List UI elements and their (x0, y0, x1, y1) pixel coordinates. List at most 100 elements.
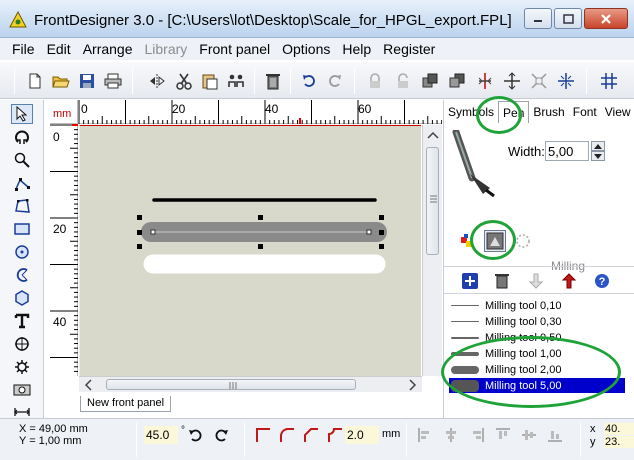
status-separator (244, 423, 245, 457)
align-center-button[interactable] (474, 70, 496, 92)
group-button[interactable] (225, 70, 247, 92)
tool-label: Milling tool 0,10 (485, 299, 562, 312)
front-panel-canvas[interactable] (79, 125, 421, 376)
align-vcenter-button[interactable] (520, 426, 538, 444)
rectangle-tool-button[interactable] (11, 219, 33, 239)
milling-pen-button[interactable] (484, 230, 506, 252)
tab-brush[interactable]: Brush (529, 101, 568, 123)
h-ruler-label: 40 (265, 102, 279, 116)
bring-front-button[interactable] (419, 70, 441, 92)
print-button[interactable] (102, 70, 124, 92)
corner-chamfer-button[interactable] (302, 426, 320, 444)
zoom-fit-button[interactable] (555, 70, 577, 92)
width-decrement-button[interactable] (591, 151, 605, 161)
move-down-button[interactable] (526, 271, 546, 291)
align-top-button[interactable] (494, 426, 512, 444)
mirror-button[interactable] (146, 70, 168, 92)
vertical-ruler[interactable]: 0 20 40 (50, 124, 78, 376)
menu-file[interactable]: File (6, 41, 41, 57)
drill-hole-tool-button[interactable] (11, 334, 33, 354)
arc-tool-button[interactable] (11, 265, 33, 285)
list-item[interactable]: Milling tool 0,10 (449, 298, 625, 313)
tab-pen[interactable]: Pen (498, 101, 530, 123)
align-right-button[interactable] (468, 426, 486, 444)
paste-button[interactable] (199, 70, 221, 92)
add-tool-button[interactable] (460, 271, 480, 291)
tab-symbols[interactable]: Symbols (444, 101, 498, 123)
horizontal-ruler[interactable]: 0 20 40 60 (78, 100, 442, 124)
align-hcenter-button[interactable] (442, 426, 460, 444)
corner-radius-input[interactable] (345, 426, 379, 444)
menu-library[interactable]: Library (139, 41, 194, 57)
menu-edit[interactable]: Edit (41, 41, 77, 57)
cut-button[interactable] (173, 70, 195, 92)
menu-options[interactable]: Options (276, 41, 336, 57)
list-item[interactable]: Milling tool 1,00 (449, 346, 625, 361)
tab-font[interactable]: Font (569, 101, 601, 123)
list-item-selected[interactable]: Milling tool 5,00 (449, 378, 625, 393)
corner-square-button[interactable] (254, 426, 272, 444)
redo-icon (329, 75, 341, 87)
delete-button[interactable] (262, 70, 284, 92)
delete-tool-button[interactable] (492, 271, 512, 291)
center-button[interactable] (501, 70, 523, 92)
align-left-button[interactable] (416, 426, 434, 444)
polygon-tool-button[interactable] (11, 196, 33, 216)
list-item[interactable]: Milling tool 0,30 (449, 314, 625, 329)
unlock-button[interactable] (392, 70, 414, 92)
width-input[interactable] (545, 141, 589, 161)
tool-label: Milling tool 0,50 (485, 331, 562, 344)
vertical-scroll-thumb[interactable] (426, 147, 439, 255)
rotate-left-button[interactable] (187, 426, 205, 444)
color-pen-icon[interactable] (461, 234, 475, 248)
engraving-pen-icon[interactable] (514, 232, 532, 250)
polyline-tool-button[interactable] (11, 173, 33, 193)
milling-tool-button[interactable] (11, 380, 33, 400)
angle-input[interactable] (144, 426, 178, 444)
tab-view[interactable]: View (601, 101, 634, 123)
text-tool-button[interactable] (11, 311, 33, 331)
open-button[interactable] (50, 70, 72, 92)
corner-round-button[interactable] (278, 426, 296, 444)
grid-button[interactable] (598, 70, 620, 92)
align-bottom-button[interactable] (546, 426, 564, 444)
help-button[interactable]: ? (592, 271, 612, 291)
minimize-button[interactable] (524, 8, 552, 29)
list-item[interactable]: Milling tool 2,00 (449, 362, 625, 377)
lock-button[interactable] (364, 70, 386, 92)
redo-button[interactable] (324, 70, 346, 92)
move-up-button[interactable] (559, 271, 579, 291)
zoom-tool-button[interactable] (11, 150, 33, 170)
menu-help[interactable]: Help (336, 41, 377, 57)
close-button[interactable] (584, 8, 628, 29)
select-tool-button[interactable] (11, 104, 33, 124)
horizontal-scroll-thumb[interactable] (106, 379, 356, 390)
y-value-field[interactable]: 23. (604, 436, 634, 448)
circle-tool-button[interactable] (11, 242, 33, 262)
zoom-icon (14, 152, 30, 168)
gear-tool-button[interactable] (11, 357, 33, 377)
menu-register[interactable]: Register (377, 41, 441, 57)
undo-button[interactable] (298, 70, 320, 92)
grid-icon (601, 73, 617, 89)
vertical-scrollbar[interactable] (422, 125, 442, 376)
fit-button[interactable] (528, 70, 550, 92)
menu-front-panel[interactable]: Front panel (193, 41, 276, 57)
corner-inner-button[interactable] (326, 426, 344, 444)
save-button[interactable] (76, 70, 98, 92)
send-back-button[interactable] (446, 70, 468, 92)
milling-tool-list[interactable]: Milling tool 0,10 Milling tool 0,30 Mill… (449, 298, 629, 398)
rotate-tool-button[interactable] (11, 127, 33, 147)
rotate-right-button[interactable] (212, 426, 230, 444)
tool-thickness-preview (451, 336, 479, 339)
list-item[interactable]: Milling tool 0,50 (449, 330, 625, 345)
menu-arrange[interactable]: Arrange (77, 41, 139, 57)
width-increment-button[interactable] (591, 141, 605, 151)
tab-new-front-panel[interactable]: New front panel (80, 396, 172, 412)
horizontal-scrollbar[interactable] (79, 376, 422, 392)
x-value-field[interactable]: 40. (604, 423, 634, 435)
maximize-button[interactable] (554, 8, 582, 29)
design-workspace: mm 0 20 40 60 0 20 40 (50, 100, 442, 398)
hexagon-tool-button[interactable] (11, 288, 33, 308)
new-file-button[interactable] (24, 70, 46, 92)
